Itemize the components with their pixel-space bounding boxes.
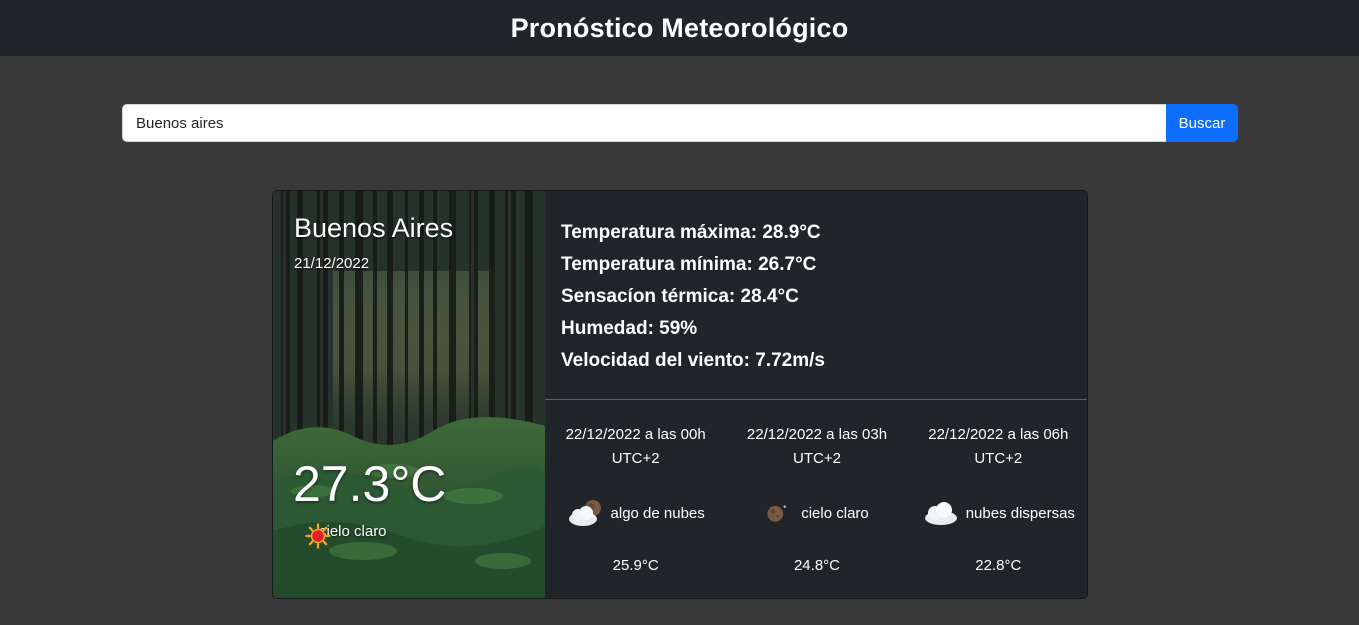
forecast-condition: nubes dispersas [908,498,1087,528]
city-search-input[interactable] [122,104,1166,142]
forecast-timezone: UTC+2 [974,450,1023,467]
forecast-datetime: 22/12/2022 a las 00h [565,426,706,443]
page-title: Pronóstico Meteorológico [510,12,849,43]
feels-like: Sensacíon térmica: 28.4°C [561,286,799,307]
forecast-temperature: 22.8°C [975,557,1022,574]
top-bar: Pronóstico Meteorológico [0,0,1359,56]
forecast-datetime: 22/12/2022 a las 06h [928,426,1069,443]
forecast-list: 22/12/2022 a las 00h UTC+2 algo de nubes… [545,423,1087,593]
forecast-item: 22/12/2022 a las 00h UTC+2 algo de nubes… [545,423,726,593]
forecast-condition-label: algo de nubes [610,504,705,522]
current-condition: cielo claro [305,523,387,549]
cloud-icon [924,502,957,525]
max-temperature: Temperatura máxima: 28.9°C [561,222,821,243]
moon-icon [767,505,787,522]
weather-details: Temperatura máxima: 28.9°C Temperatura m… [561,217,825,377]
weather-card: Buenos Aires 21/12/2022 27.3°C cielo cla… [272,190,1088,599]
forecast-item: 22/12/2022 a las 06h UTC+2 nubes dispers… [908,423,1087,593]
forecast-datetime: 22/12/2022 a las 03h [746,426,888,443]
search-form: Buscar [122,104,1238,142]
forecast-timezone: UTC+2 [611,450,660,467]
forest-background-image: Buenos Aires 21/12/2022 27.3°C cielo cla… [273,191,545,598]
divider [545,399,1087,400]
city-name: Buenos Aires [294,213,454,243]
forecast-condition-label: cielo claro [801,504,869,522]
current-date: 21/12/2022 [294,255,370,272]
forecast-condition-label: nubes dispersas [965,504,1075,522]
current-temperature: 27.3°C [293,456,447,512]
sun-icon [305,523,331,549]
humidity: Humedad: 59% [561,318,698,339]
forecast-timezone: UTC+2 [793,450,841,467]
wind-speed: Velocidad del viento: 7.72m/s [561,350,825,371]
forecast-temperature: 24.8°C [793,557,840,574]
forecast-condition: algo de nubes [545,498,726,528]
few-clouds-night-icon [568,500,601,526]
forecast-temperature: 25.9°C [612,557,659,574]
forecast-condition: cielo claro [726,498,907,528]
search-button[interactable]: Buscar [1166,104,1238,142]
forecast-item: 22/12/2022 a las 03h UTC+2 cielo claro 2… [726,423,907,593]
min-temperature: Temperatura mínima: 26.7°C [561,254,817,275]
